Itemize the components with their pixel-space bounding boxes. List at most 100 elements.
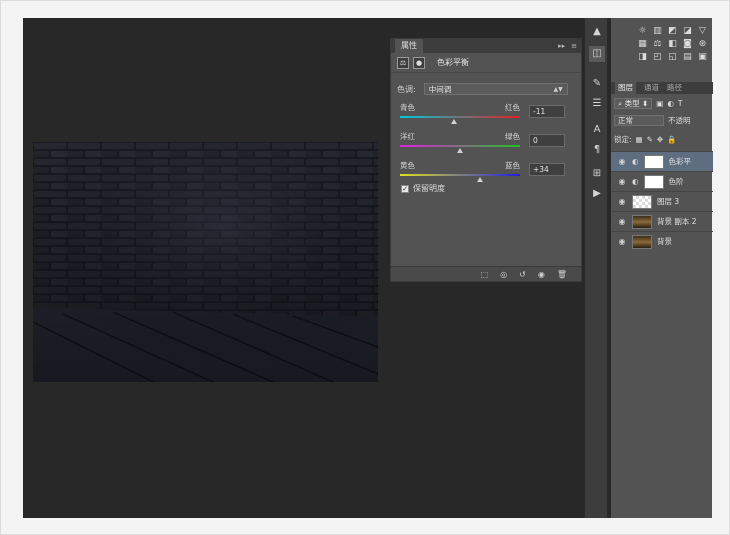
visibility-icon[interactable]: ◉ <box>538 270 545 279</box>
black-white-icon[interactable]: ◧ <box>665 39 680 49</box>
properties-bottom-bar: ⬚ ◎ ↺ ◉ 🗑 <box>391 266 581 281</box>
trash-icon[interactable]: 🗑 <box>557 270 567 279</box>
tab-channels[interactable]: 通道 <box>644 82 659 94</box>
filter-type-icon[interactable]: T <box>678 99 683 108</box>
layer-thumbnail[interactable] <box>632 234 652 249</box>
lock-position-icon[interactable]: ✥ <box>657 135 663 144</box>
tone-select[interactable]: 中间调 ▲▼ <box>423 83 568 95</box>
tab-paths[interactable]: 路径 <box>667 82 682 94</box>
lock-label: 锁定: <box>614 135 632 144</box>
adjustment-header: ⚖ ● 色彩平衡 <box>391 53 581 73</box>
invert-icon[interactable]: ◨ <box>635 52 650 62</box>
histogram-icon[interactable]: ▲ <box>589 24 605 40</box>
layer-name: 色阶 <box>668 177 684 186</box>
adjustment-title: 色彩平衡 <box>437 58 469 67</box>
visibility-eye-icon[interactable]: ◉ <box>617 217 627 226</box>
lock-pixels-icon[interactable]: ✎ <box>647 135 653 144</box>
color-balance-button-icon[interactable]: ⚖ <box>650 39 665 49</box>
channel-mixer-icon[interactable]: ⊛ <box>695 39 710 49</box>
document-canvas-image[interactable] <box>33 142 378 382</box>
layer-row[interactable]: ◉ 图层 3 <box>611 191 713 211</box>
lock-row: 锁定: ▦ ✎ ✥ 🔒 <box>614 134 677 145</box>
opacity-label: 不透明 <box>668 116 691 125</box>
lock-all-icon[interactable]: 🔒 <box>667 135 676 144</box>
blend-mode-select[interactable]: 正常 <box>614 115 664 126</box>
layer-filter-select[interactable]: ⌕ 类型 ⬍ <box>614 98 653 109</box>
layer-row[interactable]: ◉ 背景 副本 2 <box>611 211 713 231</box>
slider-right-label: 绿色 <box>505 132 520 141</box>
panel-icon-strip: ▲ ◫ ✎ ☰ A ¶ ⊞ ▶ <box>584 18 608 518</box>
view-previous-icon[interactable]: ◎ <box>500 270 507 279</box>
slider-thumb[interactable] <box>451 119 457 124</box>
gradient-map-icon[interactable]: ▤ <box>680 52 695 62</box>
slider-thumb[interactable] <box>477 177 484 182</box>
slider-value-field[interactable]: +34 <box>529 163 565 176</box>
paragraph-icon[interactable]: ¶ <box>589 142 605 158</box>
layer-mask-thumbnail[interactable] <box>643 174 664 189</box>
preserve-luminosity-row[interactable]: ✓ 保留明度 <box>401 183 445 194</box>
exposure-icon[interactable]: ◪ <box>680 26 695 36</box>
tool-presets-icon[interactable]: ⊞ <box>589 166 605 182</box>
tone-value: 中间调 <box>428 84 452 94</box>
slider-track[interactable] <box>400 145 520 153</box>
actions-icon[interactable]: ▶ <box>589 186 605 202</box>
brush-icon[interactable]: ✎ <box>589 76 605 92</box>
lock-transparent-icon[interactable]: ▦ <box>636 135 643 144</box>
slider-left-label: 洋红 <box>400 132 415 141</box>
selective-color-icon[interactable]: ▣ <box>695 52 710 62</box>
curves-icon[interactable]: ◩ <box>665 26 680 36</box>
threshold-icon[interactable]: ◱ <box>665 52 680 62</box>
filter-pixel-icon[interactable]: ▣ <box>656 99 663 108</box>
layer-thumbnail[interactable] <box>632 214 652 229</box>
properties-titlebar[interactable]: 属性 ▸▸ ≡ <box>391 39 581 53</box>
layer-name: 色彩平 <box>668 157 692 166</box>
slider-track[interactable] <box>400 174 520 182</box>
panel-menu-icon[interactable]: ≡ <box>571 42 577 50</box>
preserve-luminosity-checkbox[interactable]: ✓ <box>401 184 409 193</box>
slider-track[interactable] <box>400 116 520 124</box>
slider-value-field[interactable]: -11 <box>529 105 565 118</box>
layer-mask-thumbnail[interactable] <box>643 154 664 169</box>
slider-labels: 洋红 绿色 <box>400 131 520 142</box>
reset-icon[interactable]: ↺ <box>519 270 526 279</box>
character-icon[interactable]: A <box>589 122 605 138</box>
color-slider: 黄色 蓝色 +34 <box>400 160 574 182</box>
posterize-icon[interactable]: ◰ <box>650 52 665 62</box>
tab-layers[interactable]: 图层 <box>615 82 636 94</box>
slider-labels: 黄色 蓝色 <box>400 160 520 171</box>
layer-row[interactable]: ◉ ◐ 色阶 <box>611 171 713 191</box>
photo-filter-icon[interactable]: ◙ <box>680 39 695 49</box>
color-slider: 洋红 绿色 0 <box>400 131 574 153</box>
visibility-eye-icon[interactable]: ◉ <box>617 237 627 246</box>
visibility-eye-icon[interactable]: ◉ <box>617 177 627 186</box>
slider-value-field[interactable]: 0 <box>529 134 565 147</box>
adjustment-layer-icon: ◐ <box>632 157 639 166</box>
collapse-icon[interactable]: ▸▸ <box>558 42 565 50</box>
slider-labels: 青色 红色 <box>400 102 520 113</box>
screenshot-frame: 属性 ▸▸ ≡ ⚖ ● 色彩平衡 色调: 中间调 ▲▼ 青色 红色 -11 洋红 绿色 0… <box>0 0 730 535</box>
slider-left-label: 青色 <box>400 103 415 112</box>
layer-thumbnail[interactable] <box>632 194 652 209</box>
brick-wall-photo <box>33 142 378 382</box>
layer-name: 背景 <box>657 237 672 246</box>
slider-right-label: 蓝色 <box>505 161 520 170</box>
slider-thumb[interactable] <box>457 148 463 153</box>
layer-name: 背景 副本 2 <box>657 217 697 226</box>
properties-tab[interactable]: 属性 <box>395 39 423 53</box>
color-balance-icon: ⚖ <box>397 56 409 69</box>
layer-mask-icon[interactable]: ● <box>413 56 425 69</box>
slider-left-label: 黄色 <box>400 161 415 170</box>
visibility-eye-icon[interactable]: ◉ <box>617 197 627 206</box>
levels-icon[interactable]: ▥ <box>650 26 665 36</box>
visibility-eye-icon[interactable]: ◉ <box>617 157 627 166</box>
layer-row[interactable]: ◉ ◐ 色彩平 <box>611 151 713 171</box>
adjustments-icon[interactable]: ◫ <box>589 46 605 62</box>
blend-row: 正常 不透明 <box>614 115 691 126</box>
clip-to-layer-icon[interactable]: ⬚ <box>481 270 489 279</box>
brush-presets-icon[interactable]: ☰ <box>589 96 605 112</box>
brightness-icon[interactable]: ☼ <box>635 26 650 36</box>
hue-saturation-icon[interactable]: ▦ <box>635 39 650 49</box>
vibrance-icon[interactable]: ▽ <box>695 26 710 36</box>
filter-adjust-icon[interactable]: ◐ <box>667 99 674 108</box>
layer-row[interactable]: ◉ 背景 <box>611 231 713 251</box>
